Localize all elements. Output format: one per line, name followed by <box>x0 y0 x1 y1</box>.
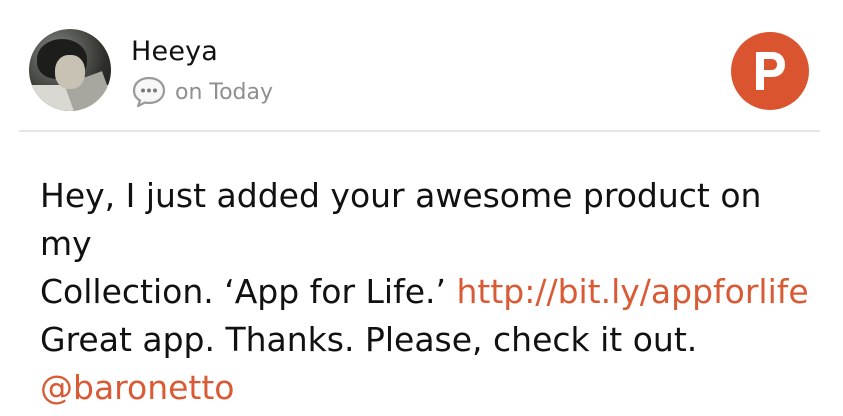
post-link[interactable]: http://bit.ly/appforlife <box>456 272 808 311</box>
post-text-line: Collection. ‘App for Life.’ http://bit.l… <box>40 268 820 316</box>
post-header: Heeya on Today <box>0 0 843 132</box>
product-hunt-p-icon[interactable] <box>731 32 809 110</box>
post-card: Heeya on Today Hey, I just added your aw… <box>0 0 843 416</box>
divider <box>19 130 820 132</box>
p-letter-icon <box>756 52 785 90</box>
speech-bubble-icon <box>132 76 166 108</box>
post-time: on Today <box>175 79 274 105</box>
post-mention-line: @baronetto <box>40 364 820 412</box>
mention-link[interactable]: @baronetto <box>40 368 235 407</box>
post-text-line: Hey, I just added your awesome product o… <box>40 176 762 263</box>
post-text-line: Great app. Thanks. Please, check it out. <box>40 320 698 359</box>
post-meta: on Today <box>131 75 273 109</box>
post-body: Hey, I just added your awesome product o… <box>40 172 820 412</box>
author-name[interactable]: Heeya <box>131 36 218 67</box>
avatar[interactable] <box>29 29 111 111</box>
post-text-segment: Collection. ‘App for Life.’ <box>40 272 457 311</box>
